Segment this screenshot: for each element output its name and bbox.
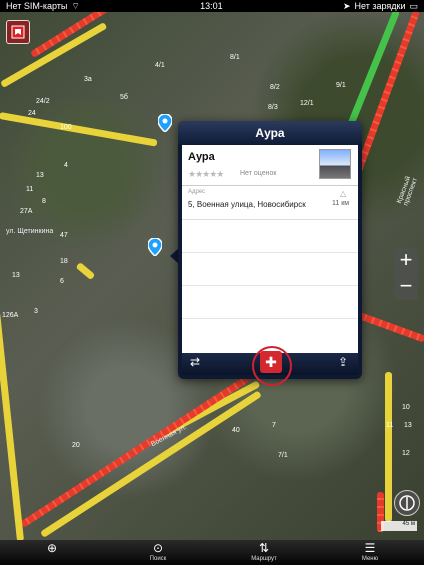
- house-number: 24: [28, 110, 36, 117]
- share-icon[interactable]: ⇪: [338, 355, 348, 369]
- road-label: ул. Щетинкина: [6, 228, 54, 235]
- locate-button[interactable]: ⊕: [32, 540, 72, 556]
- house-number: 126А: [2, 312, 19, 319]
- house-number: 8/2: [270, 84, 280, 91]
- map-scale: 45 м: [381, 521, 417, 531]
- house-number: 7: [272, 422, 276, 429]
- place-popup: Аура Аура ★★★★★ Нет оценок Адрес 5, Воен…: [178, 121, 362, 379]
- address-value: 5, Военная улица, Новосибирск: [188, 200, 306, 209]
- traffic-road: [0, 312, 25, 540]
- traffic-road: [20, 374, 251, 528]
- traffic-road: [0, 112, 158, 147]
- popup-body: Аура ★★★★★ Нет оценок Адрес 5, Военная у…: [182, 145, 358, 353]
- menu-icon: ☰: [364, 541, 376, 555]
- house-number: 13: [12, 272, 20, 279]
- bottom-toolbar: ⊕ ⊙ Поиск ⇅ Маршрут ☰ Меню: [0, 540, 424, 565]
- house-number: 47: [60, 232, 68, 239]
- route-icon[interactable]: ⇄: [190, 355, 200, 369]
- clock: 13:01: [200, 1, 223, 11]
- house-number: 11: [386, 422, 394, 429]
- carrier-text: Нет SIM-карты: [6, 1, 68, 11]
- traffic-road: [385, 372, 392, 522]
- house-number: 27А: [20, 208, 33, 215]
- rating-stars[interactable]: ★★★★★: [188, 169, 224, 180]
- menu-button[interactable]: ☰ Меню: [350, 540, 390, 562]
- charging-text: Нет зарядки: [354, 1, 406, 11]
- house-number: 20: [72, 442, 80, 449]
- compass-needle-icon: [399, 495, 415, 511]
- house-number: 18: [60, 258, 68, 265]
- house-number: 12/1: [300, 100, 314, 107]
- search-label: Поиск: [149, 556, 167, 562]
- zoom-out-button[interactable]: −: [394, 274, 418, 300]
- house-number: 6: [60, 278, 64, 285]
- house-number: 3а: [84, 76, 92, 83]
- selected-map-pin-icon[interactable]: [148, 238, 162, 256]
- empty-row: [182, 252, 358, 286]
- house-number: 24/2: [36, 98, 50, 105]
- status-bar: Нет SIM-карты ⌔ 13:01 ➤ Нет зарядки ▭: [0, 0, 424, 12]
- address-row[interactable]: Адрес 5, Военная улица, Новосибирск △ 11…: [182, 185, 358, 220]
- bookmarks-button[interactable]: [6, 20, 30, 44]
- house-number: 8/3: [268, 104, 278, 111]
- house-number: 13: [404, 422, 412, 429]
- house-number: 7/1: [278, 452, 288, 459]
- house-number: 12: [402, 450, 410, 457]
- road-label: Красный проспект: [396, 175, 420, 207]
- traffic-road: [357, 312, 424, 343]
- house-number: 4: [64, 162, 68, 169]
- map-pin-icon[interactable]: [158, 114, 172, 132]
- locate-icon: ⊕: [46, 541, 58, 555]
- compass-icon[interactable]: [394, 490, 420, 516]
- highlight-circle: [252, 346, 292, 386]
- house-number: 100: [60, 124, 72, 131]
- empty-row: [182, 219, 358, 253]
- search-icon: ⊙: [152, 541, 164, 555]
- zoom-in-button[interactable]: +: [394, 248, 418, 274]
- traffic-road: [40, 390, 262, 538]
- house-number: 4/1: [155, 62, 165, 69]
- route-icon: ⇅: [258, 541, 270, 555]
- zoom-controls: + −: [394, 248, 418, 300]
- address-label: Адрес: [188, 189, 206, 195]
- place-photo[interactable]: [319, 149, 351, 179]
- house-number: 40: [232, 427, 240, 434]
- bookmark-icon: [11, 25, 25, 39]
- menu-label: Меню: [361, 556, 379, 562]
- place-name: Аура: [188, 151, 215, 163]
- route-label: Маршрут: [251, 556, 277, 562]
- popup-title: Аура: [178, 121, 362, 145]
- house-number: 10: [402, 404, 410, 411]
- house-number: 5б: [120, 94, 128, 101]
- battery-icon: ▭: [409, 0, 418, 11]
- house-number: 9/1: [336, 82, 346, 89]
- location-arrow-icon: ➤: [342, 0, 351, 11]
- distance-icon: △: [340, 189, 347, 198]
- house-number: 11: [26, 186, 34, 193]
- place-card[interactable]: Аура ★★★★★ Нет оценок: [182, 145, 358, 186]
- house-number: 3: [34, 308, 38, 315]
- empty-row: [182, 285, 358, 319]
- rating-text: Нет оценок: [240, 170, 277, 177]
- house-number: 8: [42, 198, 46, 205]
- traffic-road: [75, 262, 96, 281]
- house-number: 13: [36, 172, 44, 179]
- route-button[interactable]: ⇅ Маршрут: [244, 540, 284, 562]
- distance-value: 11 км: [332, 200, 350, 207]
- wifi-icon: ⌔: [71, 0, 80, 11]
- search-button[interactable]: ⊙ Поиск: [138, 540, 178, 562]
- house-number: 8/1: [230, 54, 240, 61]
